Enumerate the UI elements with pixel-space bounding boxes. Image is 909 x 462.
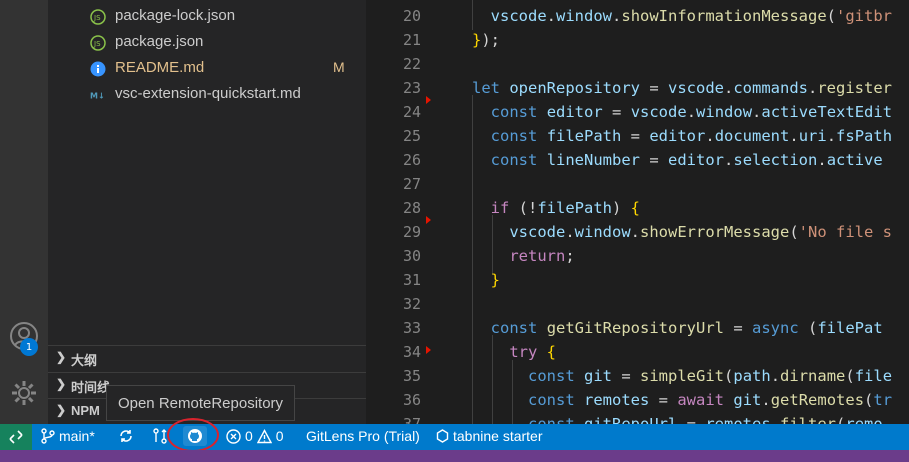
git-modified-badge: M — [333, 59, 345, 75]
file-name: README.md — [115, 59, 205, 76]
error-count: 0 — [245, 428, 253, 444]
line-number: 31 — [402, 271, 421, 289]
code-line: vscode.window.showErrorMessage('No file … — [509, 223, 892, 241]
info-icon — [90, 61, 106, 77]
section-outline[interactable]: ❯ 大纲 — [48, 345, 366, 370]
code-line: } — [490, 271, 501, 289]
section-label: 大纲 — [71, 353, 98, 368]
code-line: const remotes = await git.getRemotes(tr — [528, 391, 893, 409]
gitlens-button[interactable]: GitLens Pro (Trial) — [306, 428, 420, 444]
chevron-right-icon: ❯ — [56, 403, 67, 417]
file-item-package[interactable]: JS package.json — [48, 30, 366, 56]
code-line: const gitRepoUrl = remotes.filter(remo — [528, 415, 883, 424]
tabnine-icon — [436, 429, 449, 443]
line-number: 23 — [402, 79, 421, 97]
line-number: 35 — [402, 367, 421, 385]
code-line: const lineNumber = editor.selection.acti… — [490, 151, 883, 169]
code-line: return; — [509, 247, 575, 265]
section-label: 时间线 — [71, 380, 111, 395]
json-icon: JS — [90, 35, 106, 51]
line-number: 24 — [402, 103, 421, 121]
svg-text:M↓: M↓ — [90, 92, 105, 101]
code-line: }); — [472, 31, 501, 49]
warning-count: 0 — [275, 428, 284, 444]
sync-button[interactable] — [118, 428, 134, 444]
code-line: const filePath = editor.document.uri.fsP… — [490, 127, 893, 145]
line-number: 33 — [402, 319, 421, 337]
file-name: package.json — [115, 33, 204, 50]
section-label: NPM — [71, 403, 100, 418]
tabnine-button[interactable]: tabnine starter — [436, 428, 543, 444]
breakpoint-marker — [426, 96, 431, 104]
code-line: const git = simpleGit(path.dirname(file — [528, 367, 893, 385]
breakpoint-marker — [426, 216, 431, 224]
code-line: const editor = vscode.window.activeTextE… — [490, 103, 893, 121]
tabnine-label: tabnine starter — [453, 428, 543, 444]
breakpoint-marker — [426, 346, 431, 354]
settings-gear-icon[interactable] — [6, 375, 42, 411]
remote-indicator-button[interactable] — [0, 424, 32, 450]
problems-button[interactable]: 0 0 — [226, 428, 284, 444]
activity-bar: 1 — [0, 0, 48, 424]
file-name: vsc-extension-quickstart.md — [115, 85, 301, 102]
branch-name: main* — [59, 428, 95, 444]
accounts-badge: 1 — [20, 338, 38, 356]
code-editor[interactable]: 20 21 22 23 24 25 26 27 28 29 30 31 32 33 34 35 36 37 vsc… — [366, 0, 909, 424]
line-number: 36 — [402, 391, 421, 409]
code-line: const getGitRepositoryUrl = async (fileP… — [490, 319, 883, 337]
git-branch-icon — [41, 428, 55, 444]
line-number: 37 — [402, 415, 421, 424]
code-line: try { — [509, 343, 557, 361]
line-number: 34 — [402, 343, 421, 361]
code-line: let openRepository = vscode.commands.reg… — [472, 79, 892, 97]
file-name: package-lock.json — [115, 7, 236, 24]
line-number: 28 — [402, 199, 421, 217]
line-number: 30 — [402, 247, 421, 265]
file-item-readme[interactable]: README.md M — [48, 56, 366, 82]
highlight-annotation — [167, 418, 219, 452]
status-bar: main* 0 0 GitLens Pro (Trial) tabnine st… — [0, 424, 909, 450]
gitlens-label: GitLens Pro (Trial) — [306, 428, 420, 444]
file-item-quickstart[interactable]: M↓ vsc-extension-quickstart.md — [48, 82, 366, 108]
chevron-right-icon: ❯ — [56, 350, 67, 364]
line-number: 22 — [402, 55, 421, 73]
open-remote-repository-tooltip: Open RemoteRepository — [106, 385, 295, 421]
code-line: if (!filePath) { — [490, 199, 641, 217]
line-number: 20 — [402, 7, 421, 25]
line-number: 27 — [402, 175, 421, 193]
line-number: 21 — [402, 31, 421, 49]
json-icon: JS — [90, 9, 106, 25]
line-number: 25 — [402, 127, 421, 145]
svg-text:JS: JS — [93, 40, 101, 48]
taskbar-strip — [0, 450, 909, 462]
git-compare-icon — [153, 428, 167, 444]
error-icon — [226, 428, 241, 444]
remote-icon — [9, 430, 23, 444]
file-item-package-lock[interactable]: JS package-lock.json — [48, 4, 366, 30]
compare-button[interactable] — [152, 428, 168, 444]
svg-text:JS: JS — [93, 14, 101, 22]
line-number: 29 — [402, 223, 421, 241]
branch-button[interactable]: main* — [41, 428, 95, 444]
explorer-sidebar: JS package-lock.json JS package.json REA… — [48, 0, 366, 424]
code-line: vscode.window.showInformationMessage('gi… — [490, 7, 893, 25]
sync-icon — [120, 430, 132, 442]
warning-icon — [256, 428, 272, 443]
line-number: 26 — [402, 151, 421, 169]
chevron-right-icon: ❯ — [56, 377, 67, 391]
markdown-icon: M↓ — [90, 87, 106, 103]
line-number: 32 — [402, 295, 421, 313]
